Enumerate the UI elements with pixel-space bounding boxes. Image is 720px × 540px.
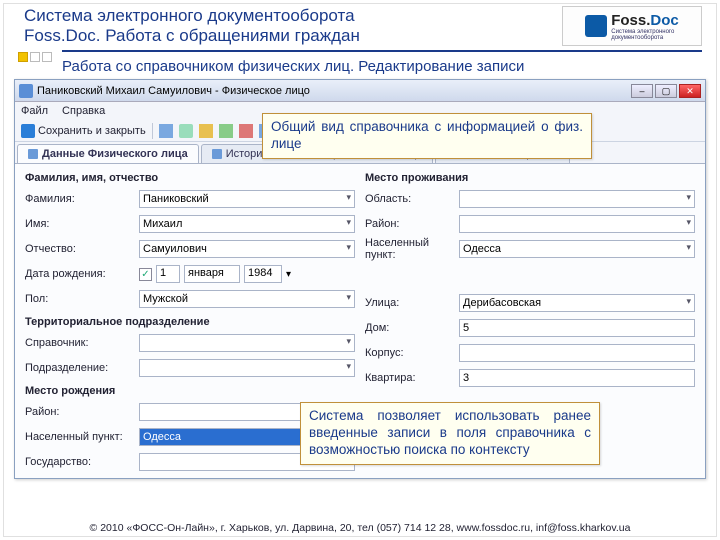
footer: © 2010 «ФОСС-Он-Лайн», г. Харьков, ул. Д…: [0, 522, 720, 534]
close-button[interactable]: ✕: [679, 84, 701, 98]
menu-help[interactable]: Справка: [62, 105, 105, 117]
label-department: Подразделение:: [25, 362, 135, 374]
tab-icon: [28, 149, 38, 159]
accent-icon: [18, 52, 52, 62]
app-icon: [19, 84, 33, 98]
dob-checkbox[interactable]: ✓: [139, 268, 152, 281]
input-directory[interactable]: [139, 334, 355, 352]
label-oblast: Область:: [365, 193, 455, 205]
input-korpus[interactable]: [459, 344, 695, 362]
label-korpus: Корпус:: [365, 347, 455, 359]
tab-person-data[interactable]: Данные Физического лица: [17, 144, 199, 163]
label-birth-region: Район:: [25, 406, 135, 418]
label-country: Государство:: [25, 456, 135, 468]
section-territory: Территориальное подразделение: [25, 316, 355, 328]
input-surname[interactable]: Паниковский: [139, 190, 355, 208]
label-region: Район:: [365, 218, 455, 230]
input-sex[interactable]: Мужской: [139, 290, 355, 308]
input-department[interactable]: [139, 359, 355, 377]
input-settlement[interactable]: Одесса: [459, 240, 695, 258]
input-house[interactable]: 5: [459, 319, 695, 337]
toolbar-icon-3[interactable]: [199, 124, 213, 138]
tab-icon: [212, 149, 222, 159]
label-dob: Дата рождения:: [25, 268, 135, 280]
minimize-button[interactable]: –: [631, 84, 653, 98]
section-fio: Фамилия, имя, отчество: [25, 172, 355, 184]
label-flat: Квартира:: [365, 372, 455, 384]
input-street[interactable]: Дерибасовская: [459, 294, 695, 312]
label-patronymic: Отчество:: [25, 243, 135, 255]
input-flat[interactable]: 3: [459, 369, 695, 387]
label-name: Имя:: [25, 218, 135, 230]
maximize-button[interactable]: ▢: [655, 84, 677, 98]
input-name[interactable]: Михаил: [139, 215, 355, 233]
label-directory: Справочник:: [25, 337, 135, 349]
callout-context-search: Система позволяет использовать ранее вве…: [300, 402, 600, 465]
dob-day[interactable]: 1: [156, 265, 180, 283]
input-region[interactable]: [459, 215, 695, 233]
section-birthplace: Место рождения: [25, 385, 355, 397]
toolbar-icon-2[interactable]: [179, 124, 193, 138]
label-house: Дом:: [365, 322, 455, 334]
titlebar[interactable]: Паниковский Михаил Самуилович - Физическ…: [15, 80, 705, 102]
label-surname: Фамилия:: [25, 193, 135, 205]
input-patronymic[interactable]: Самуилович: [139, 240, 355, 258]
section-address: Место проживания: [365, 172, 695, 184]
label-birth-settlement: Населенный пункт:: [25, 431, 135, 443]
dob-month[interactable]: января: [184, 265, 240, 283]
save-and-close-button[interactable]: Сохранить и закрыть: [21, 124, 146, 138]
toolbar-icon-5[interactable]: [239, 124, 253, 138]
toolbar-icon-4[interactable]: [219, 124, 233, 138]
dob-year[interactable]: 1984: [244, 265, 282, 283]
label-street: Улица:: [365, 297, 455, 309]
callout-overview: Общий вид справочника с информацией о фи…: [262, 113, 592, 159]
window-title: Паниковский Михаил Самуилович - Физическ…: [37, 85, 310, 97]
menu-file[interactable]: Файл: [21, 105, 48, 117]
input-oblast[interactable]: [459, 190, 695, 208]
save-icon: [21, 124, 35, 138]
toolbar-icon-1[interactable]: [159, 124, 173, 138]
label-settlement: Населенный пункт:: [365, 237, 455, 261]
label-sex: Пол:: [25, 293, 135, 305]
